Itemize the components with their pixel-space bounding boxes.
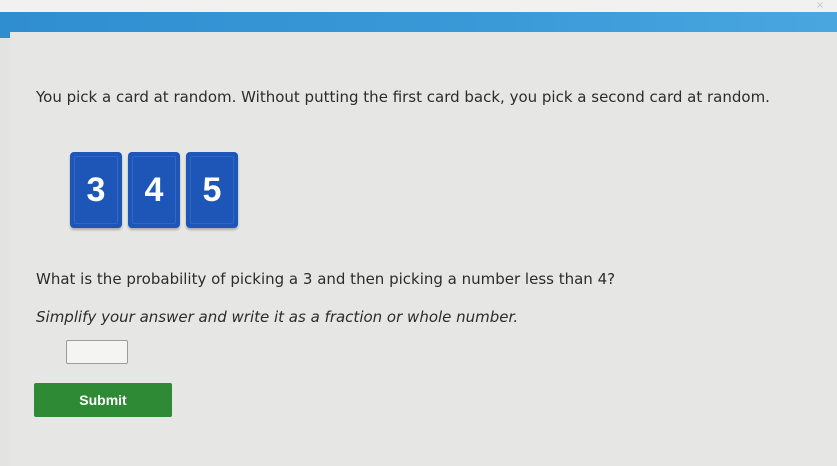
card-row: 3 4 5 [70,152,238,230]
answer-instruction: Simplify your answer and write it as a f… [36,308,519,326]
card-number: 4 [144,170,164,209]
question-text: You pick a card at random. Without putti… [36,88,770,106]
card-number: 5 [202,170,222,209]
card-number: 3 [86,170,106,209]
number-card: 3 [70,152,122,228]
number-card: 4 [128,152,180,228]
probability-question: What is the probability of picking a 3 a… [36,270,616,288]
submit-button[interactable]: Submit [34,383,172,417]
close-icon[interactable]: × [809,0,831,12]
answer-input[interactable] [66,340,128,364]
number-card: 5 [186,152,238,228]
